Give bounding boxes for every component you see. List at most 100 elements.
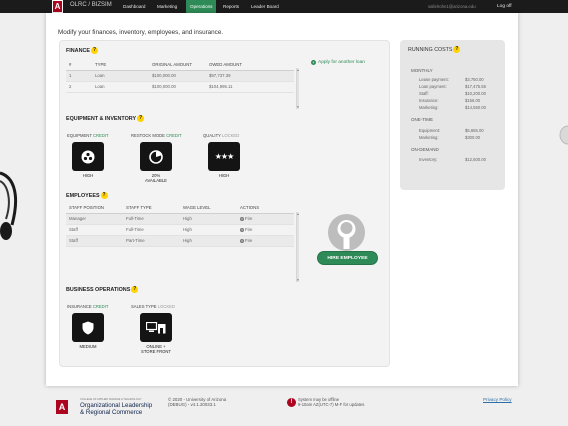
fire-button[interactable]: × Fire <box>240 238 252 243</box>
footer-copyright: © 2020 - University of Arizona (DEBUG) -… <box>168 397 226 407</box>
apply-loan-label: Apply for another loan <box>318 60 365 65</box>
cost-label: Lease payment: <box>419 77 449 82</box>
plus-circle-icon: + <box>311 60 316 65</box>
col-header: TYPE <box>92 60 149 71</box>
quality-label: QUALITY LOCKED <box>203 133 239 138</box>
table-row[interactable]: Staff Full-Time High × Fire <box>66 224 294 236</box>
scroll-down-icon[interactable]: ▼ <box>296 278 300 282</box>
table-header-row: STAFF POSITION STAFF TYPE WAGE LEVEL ACT… <box>66 203 294 214</box>
help-icon[interactable]: ? <box>131 286 139 293</box>
top-navbar: A OLRC / BIZSIM Dashboard Marketing Oper… <box>0 0 568 13</box>
table-row[interactable]: Staff Part-Time High × Fire <box>66 235 294 247</box>
insurance-tile[interactable] <box>72 313 104 342</box>
business-title: BUSINESS OPERATIONS ? <box>66 286 139 293</box>
cell: Full-Time <box>123 213 180 225</box>
logoff-link[interactable]: Log off <box>497 0 512 13</box>
cell: Manager <box>66 213 123 225</box>
scroll-up-icon[interactable]: ▲ <box>296 68 300 72</box>
equipment-tile[interactable] <box>72 142 104 171</box>
desk-object-decoration <box>559 125 568 145</box>
cell: 2 <box>66 81 92 93</box>
table-row[interactable]: 2 Loan $100,000.00 $104,995.11 <box>66 81 294 93</box>
item-label-text: EQUIPMENT <box>67 133 92 138</box>
running-costs-title-text: RUNNING COSTS <box>408 46 453 53</box>
col-header: OWED AMOUNT <box>206 60 294 71</box>
item-label-text: INSURANCE <box>67 304 92 309</box>
app-brand[interactable]: OLRC / BIZSIM <box>70 2 112 8</box>
offline-notice: System may be offline 9-10am AZ(UTC-7) M… <box>298 397 364 407</box>
finance-title: FINANCE ? <box>66 47 98 54</box>
cost-value: $17,475.55 <box>465 84 486 89</box>
help-icon[interactable]: ? <box>100 192 108 199</box>
employee-avatar <box>328 214 365 251</box>
fire-button[interactable]: × Fire <box>240 227 252 232</box>
nav-reports[interactable]: Reports <box>219 0 243 13</box>
col-header: ACTIONS <box>237 203 294 214</box>
restock-icon <box>149 149 163 164</box>
sales-type-tile[interactable] <box>140 313 172 342</box>
employees-table: STAFF POSITION STAFF TYPE WAGE LEVEL ACT… <box>66 203 294 247</box>
cell: Part-Time <box>123 235 180 247</box>
cell: $100,000.00 <box>149 70 206 82</box>
cost-value: $14,550.00 <box>465 105 486 110</box>
equipment-title: EQUIPMENT & INVENTORY ? <box>66 115 145 122</box>
user-email: sallelrohn1@arizona.edu <box>428 4 476 9</box>
cell: 1 <box>66 70 92 82</box>
fire-label: Fire <box>245 216 253 222</box>
col-header: ORIGINAL AMOUNT <box>149 60 206 71</box>
close-icon: × <box>240 227 244 232</box>
cell: High <box>180 224 237 236</box>
offline-line2: 9-10am AZ(UTC-7) M-F for updates <box>298 402 365 407</box>
cost-value: $10,200.00 <box>465 91 486 96</box>
quality-stars-icon: ★★★ <box>214 152 234 161</box>
help-icon[interactable]: ? <box>137 115 145 122</box>
shield-icon <box>82 321 94 334</box>
col-header: # <box>66 60 92 71</box>
apply-loan-link[interactable]: + Apply for another loan <box>311 60 365 65</box>
nav-leader-board[interactable]: Leader Board <box>247 0 283 13</box>
scroll-up-icon[interactable]: ▲ <box>296 212 300 216</box>
hire-employee-button[interactable]: HIRE EMPLOYEE <box>317 251 378 265</box>
restock-caption: 20% AVAILABLE <box>145 173 167 183</box>
finance-scrollbar[interactable]: ▲ ▼ <box>296 68 299 109</box>
cost-value: $5,655.00 <box>465 128 484 133</box>
scroll-down-icon[interactable]: ▼ <box>296 105 300 109</box>
privacy-policy-link[interactable]: Privacy Policy <box>483 397 512 402</box>
cost-label: Staff: <box>419 91 429 96</box>
employees-scrollbar[interactable]: ▲ ▼ <box>296 212 299 282</box>
restock-tile[interactable] <box>140 142 172 171</box>
running-costs-title: RUNNING COSTS ? <box>408 46 461 53</box>
equipment-caption: HIGH <box>82 173 94 178</box>
footer-org-line2: & Regional Commerce <box>80 409 143 416</box>
credit-tag: CREDIT <box>92 304 109 309</box>
person-icon <box>337 220 356 249</box>
insurance-caption: MEDIUM <box>79 344 97 349</box>
warning-icon: ! <box>287 398 296 407</box>
table-row[interactable]: Manager Full-Time High × Fire <box>66 213 294 225</box>
onetime-label: ONE-TIME <box>411 117 433 122</box>
cell: Full-Time <box>123 224 180 236</box>
cell: High <box>180 235 237 247</box>
footer-org-line1: Organizational Leadership <box>80 402 153 409</box>
running-costs-panel <box>400 40 505 190</box>
quality-tile[interactable]: ★★★ <box>208 142 240 171</box>
university-logo[interactable]: A <box>52 0 63 13</box>
cost-value: $156.00 <box>465 98 481 103</box>
cell: $104,995.11 <box>206 81 294 93</box>
equipment-label: EQUIPMENT CREDIT <box>67 133 109 138</box>
nav-dashboard[interactable]: Dashboard <box>119 0 149 13</box>
footer-college-name: COLLEGE OF APPLIED SCIENCE & TECHNOLOGY <box>80 398 142 401</box>
table-row[interactable]: 1 Loan $100,000.00 $97,737.39 <box>66 70 294 82</box>
nav-operations[interactable]: Operations <box>186 0 217 13</box>
finance-title-text: FINANCE <box>66 47 90 54</box>
nav-marketing[interactable]: Marketing <box>153 0 181 13</box>
help-icon[interactable]: ? <box>453 46 461 53</box>
headphones-decoration <box>0 171 18 240</box>
item-label-text: RESTOCK MODE <box>131 133 165 138</box>
insurance-label: INSURANCE CREDIT <box>67 304 108 309</box>
fire-button[interactable]: × Fire <box>240 216 252 221</box>
page-intro: Modify your finances, inventory, employe… <box>58 29 224 36</box>
col-header: STAFF TYPE <box>123 203 180 214</box>
help-icon[interactable]: ? <box>90 47 98 54</box>
credit-tag: CREDIT <box>93 133 109 138</box>
